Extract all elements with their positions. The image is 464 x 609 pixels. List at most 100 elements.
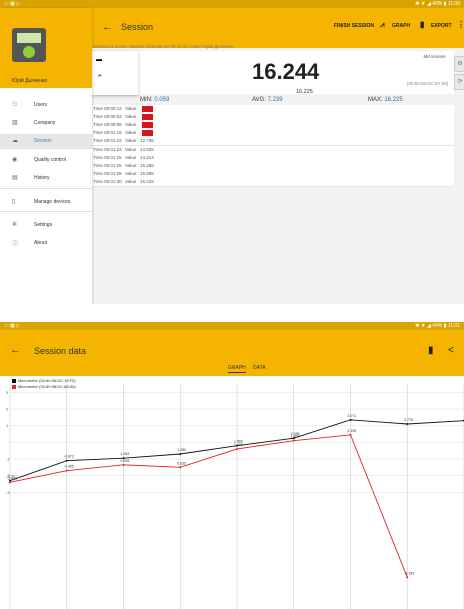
tab-graph[interactable]: GRAPH	[228, 365, 246, 373]
row-value-label: Value	[125, 178, 137, 184]
sidebar-item-label: Session	[34, 138, 52, 144]
data-label: 1.803	[291, 435, 300, 439]
row-time: Time 00:01:22	[93, 138, 122, 144]
data-label: 2.775	[404, 418, 413, 422]
data-label: 1.280	[177, 448, 186, 452]
reading-panel: Micrometer 16.244 [00:80:98:DC:8A:98]	[92, 51, 454, 94]
tab-data[interactable]: DATA	[253, 365, 266, 371]
legend-label: Micrometer (00:80:98:DC:18:F0)	[18, 378, 76, 383]
row-time: Time 00:01:26	[93, 162, 122, 168]
y-tick-label: -3	[6, 490, 10, 495]
page-title: Session data	[34, 346, 87, 356]
row-time: Time 00:01:25	[93, 154, 122, 160]
building-icon: ▥	[12, 120, 18, 126]
stat-avg: AVG: 7.239	[252, 97, 283, 103]
row-value: 16.225	[140, 178, 154, 184]
settings-gear-icon[interactable]: ⚙	[454, 56, 464, 72]
session-screen: ▭ ▦ ▷ ✱ ▼ ◢ 40% ▮ 11:00 ← Session FINISH…	[0, 0, 464, 304]
row-time: Time 00:01:24	[93, 146, 122, 152]
sidebar-item-users[interactable]: ⚇ Users	[0, 98, 92, 112]
data-point	[292, 439, 295, 442]
eye-icon: ◉	[12, 157, 18, 163]
sidebar-item-history[interactable]: ▤ History	[0, 171, 92, 185]
session-data-screen: ▭ ▦ ▷ ✱ ▼ ◢ 44% ▮ 11:01 ← Session data ▮…	[0, 322, 464, 609]
legend-label: Micrometer (00:80:98:DC:8A:98)	[18, 384, 76, 389]
row-value: 0.114	[142, 114, 153, 121]
status-icons-left: ▭ ▦ ▷	[4, 1, 21, 7]
data-label: 0.809	[121, 459, 130, 463]
file-icon[interactable]: ▮	[420, 20, 424, 29]
divider	[0, 148, 92, 149]
row-time: Time 00:00:54	[93, 114, 122, 120]
row-value-label: Value	[125, 154, 137, 160]
status-icons-left: ▭ ▦ ▷	[4, 323, 21, 329]
data-point	[349, 433, 352, 436]
chart-legend: Micrometer (00:80:98:DC:18:F0) Micrometer…	[12, 378, 76, 390]
sidebar-item-company[interactable]: ▥ Company	[0, 116, 92, 130]
file-icon[interactable]: ▮	[428, 345, 434, 356]
legend-swatch	[12, 378, 16, 383]
row-value: 0.319	[142, 130, 154, 137]
y-tick-label: -1	[6, 457, 10, 462]
measurement-list: Time 00:00:12 Value 0.059 Time 00:00:54 Valu…	[92, 105, 454, 304]
graph-button[interactable]: GRAPH	[392, 23, 410, 29]
navigation-drawer: Юрій Дьяченко ⚇ Users ▥ Company ☁ Session ◉ Qua…	[0, 8, 92, 304]
sidebar-item-quality-control[interactable]: ◉ Quality control	[0, 153, 92, 167]
table-row[interactable]: Time 00:01:30 Value 16.225	[92, 177, 454, 187]
data-point	[9, 481, 11, 484]
sidebar-item-settings[interactable]: ✲ Settings	[0, 218, 92, 232]
sidebar-item-session[interactable]: ☁ Session	[0, 134, 92, 148]
row-time: Time 00:01:28	[93, 170, 122, 176]
more-vert-icon[interactable]: ⋮	[457, 20, 464, 29]
divider	[0, 188, 92, 189]
gear-icon: ✲	[12, 222, 18, 228]
sidebar-item-label: History	[34, 175, 50, 181]
sidebar-item-manage-devices[interactable]: ▯ Manage devices	[0, 195, 92, 209]
data-point	[65, 469, 68, 472]
data-label: 3.071	[348, 414, 357, 418]
row-value-label: Value	[125, 170, 137, 176]
last-value: 16.225	[296, 89, 313, 95]
share-icon[interactable]: <	[448, 345, 454, 356]
device-popup[interactable]: ▬ ⌃	[92, 51, 138, 95]
micrometer-device-icon	[12, 28, 46, 62]
current-reading: 16.244	[252, 59, 320, 84]
refresh-icon[interactable]: ⟳	[454, 74, 464, 90]
export-button[interactable]: EXPORT	[431, 23, 452, 29]
data-label: -8.189	[404, 571, 414, 575]
row-value: 14.214	[140, 154, 154, 160]
row-value: 14.025	[140, 146, 154, 152]
user-name: Юрій Дьяченко	[12, 78, 47, 84]
row-value-label: Value	[125, 106, 137, 111]
info-icon: ⓘ	[12, 242, 19, 248]
device-label: Micrometer	[423, 54, 446, 59]
back-arrow-icon[interactable]: ←	[102, 21, 113, 33]
data-label: -0.872	[64, 455, 74, 459]
stats-row: MIN: 0.059 AVG: 7.239 MAX: 16.225	[92, 97, 454, 105]
device-thumbnail-icon: ▬	[96, 57, 102, 63]
row-value: 15.885	[140, 170, 154, 176]
legend-swatch	[12, 384, 16, 389]
sidebar-item-label: Company	[34, 120, 56, 126]
drawer-header: Юрій Дьяченко	[0, 8, 92, 88]
sidebar-item-about[interactable]: ⓘ About	[0, 236, 92, 250]
row-value-label: Value	[125, 130, 137, 136]
chevron-up-icon[interactable]: ⌃	[96, 73, 104, 84]
calendar-icon: ▤	[12, 175, 18, 181]
back-arrow-icon[interactable]: ←	[10, 344, 21, 356]
row-time: Time 00:01:16	[93, 130, 122, 136]
data-point	[122, 463, 125, 466]
sidebar-item-label: Settings	[34, 222, 53, 228]
page-title: Session	[121, 22, 154, 32]
divider	[0, 211, 92, 212]
data-point	[236, 448, 238, 450]
finish-session-button[interactable]: FINISH SESSION	[334, 23, 374, 29]
data-label: 2.190	[348, 429, 357, 433]
y-tick-label: 1	[6, 423, 9, 428]
data-point	[65, 459, 68, 462]
line-chart: 321-1-2-3-2.31-0.8721.0631.2801.5652.055…	[6, 384, 464, 609]
y-tick-label: 3	[6, 390, 9, 395]
data-label: 1.063	[121, 452, 130, 456]
data-point	[406, 423, 409, 425]
graph-icon[interactable]: ⩘	[380, 20, 385, 30]
